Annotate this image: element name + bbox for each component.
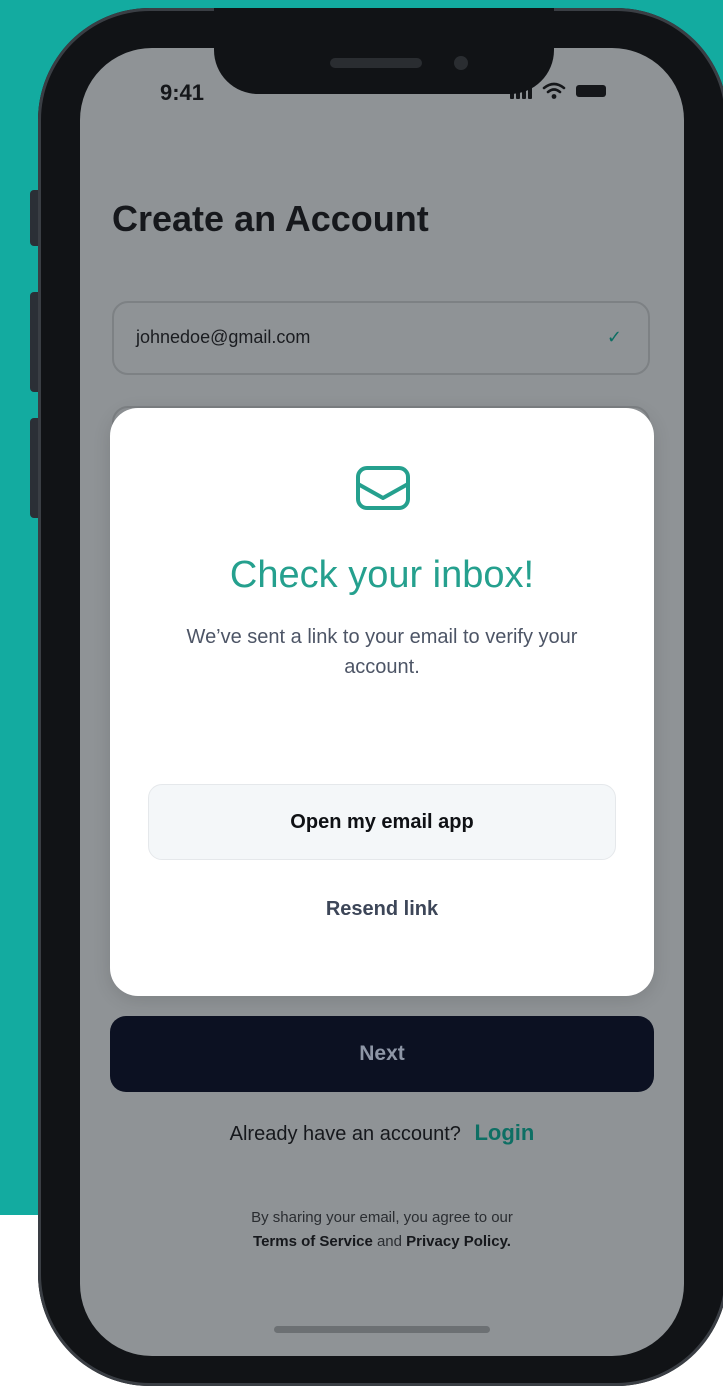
login-prompt-row: Already have an account? Login [80,1120,684,1146]
privacy-link[interactable]: Privacy Policy. [406,1233,511,1250]
login-prompt-text: Already have an account? [229,1123,461,1145]
terms-link[interactable]: Terms of Service [253,1233,373,1250]
next-button[interactable]: Next [110,1016,654,1092]
checkmark-icon: ✓ [606,327,622,347]
phone-screen: 9:41 Create an Account johnedoe@gmail.co… [80,48,684,1356]
page-title: Create an Account [112,198,429,239]
status-time: 9:41 [160,80,205,105]
email-field[interactable]: johnedoe@gmail.com ✓ [112,301,650,375]
login-link[interactable]: Login [474,1120,534,1145]
check-inbox-modal: Check your inbox! We’ve sent a link to y… [110,408,654,996]
resend-link[interactable]: Resend link [110,898,654,921]
envelope-icon [356,466,410,510]
wifi-icon [542,82,566,99]
home-indicator [274,1326,490,1333]
battery-icon [576,85,606,97]
legal-and: and [376,1233,402,1250]
front-camera [454,56,468,70]
open-email-app-button[interactable]: Open my email app [148,784,616,860]
modal-message: We’ve sent a link to your email to verif… [186,626,578,678]
legal-prefix: By sharing your email, you agree to our [251,1209,513,1226]
modal-title: Check your inbox! [229,554,535,596]
email-value: johnedoe@gmail.com [136,327,311,347]
speaker-grille [330,58,422,68]
legal-notice: By sharing your email, you agree to our … [80,1206,684,1254]
phone-notch [214,8,554,94]
